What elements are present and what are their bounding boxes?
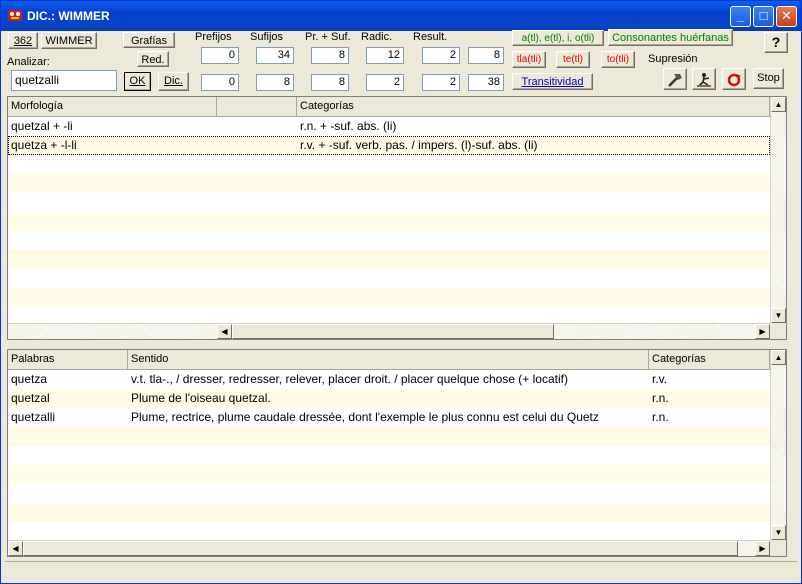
categorias-column-2[interactable]: Categorías	[649, 350, 770, 369]
ok-button-label: OK	[129, 75, 146, 87]
pr-suf-count-2: 8	[311, 74, 349, 91]
stop-button[interactable]: Stop	[753, 68, 784, 89]
transitividad-button[interactable]: Transitividad	[512, 73, 593, 90]
analyze-input[interactable]: quetzalli	[11, 70, 117, 91]
word-cell: quetzal	[11, 391, 50, 405]
prefijos-count: 0	[201, 47, 239, 64]
category-cell: r.v. + -suf. verb. pas. / impers. (l)-su…	[300, 138, 538, 152]
pr-suf-count: 8	[311, 47, 349, 64]
pr-suf-header: Pr. + Suf.	[305, 31, 351, 43]
count-button[interactable]: 362	[8, 32, 38, 49]
digger-icon	[697, 73, 711, 87]
close-button[interactable]: ✕	[776, 6, 797, 27]
category-cell: r.n.	[652, 391, 669, 405]
radic-header: Radic.	[361, 31, 393, 43]
aeio-toggle[interactable]: a(tl), e(tl), i, o(tli)	[512, 30, 604, 46]
morfologia-column[interactable]: Morfología	[8, 97, 217, 116]
table-row[interactable]: quetza v.t. tla-., / dresser, redresser,…	[8, 370, 770, 389]
maximize-button[interactable]: □	[753, 6, 774, 27]
te-toggle[interactable]: te(tl)	[556, 51, 590, 68]
app-logo-icon	[7, 7, 23, 23]
words-rows: quetza v.t. tla-., / dresser, redresser,…	[8, 370, 770, 540]
result-header: Result.	[413, 31, 448, 43]
sentido-column[interactable]: Sentido	[128, 350, 649, 369]
consonantes-toggle[interactable]: Consonantes huérfanas	[608, 29, 733, 46]
palabras-column[interactable]: Palabras	[8, 350, 128, 369]
radic-count-2: 2	[366, 74, 404, 91]
scroll-thumb[interactable]	[23, 541, 738, 556]
recycle-tool-button[interactable]	[722, 68, 746, 90]
total-count: 8	[468, 47, 504, 64]
category-cell: r.n. + -suf. abs. (li)	[300, 119, 397, 133]
dic-button[interactable]: Dic.	[158, 72, 189, 91]
morph-cell: quetzal + -li	[11, 119, 73, 133]
morphology-horizontal-scrollbar[interactable]: ◀ ▶	[8, 323, 770, 339]
app-window: DIC.: WIMMER _ □ ✕ 362 WIMMER Grafías Re…	[0, 0, 802, 584]
analyze-label: Analizar:	[7, 56, 50, 68]
status-bar	[5, 561, 797, 579]
result-count: 2	[422, 47, 460, 64]
sense-cell: v.t. tla-., / dresser, redresser, releve…	[131, 372, 568, 386]
morphology-rows: quetzal + -li r.n. + -suf. abs. (li) que…	[8, 117, 770, 323]
words-horizontal-scrollbar[interactable]: ◀ ▶	[8, 540, 770, 556]
dic-button-label: Dic.	[164, 75, 183, 87]
scroll-left-icon[interactable]: ◀	[217, 324, 232, 339]
scroll-left-icon[interactable]: ◀	[8, 541, 23, 556]
scroll-up-icon[interactable]: ▲	[771, 350, 786, 365]
sense-cell: Plume, rectrice, plume caudale dressée, …	[131, 410, 599, 424]
sense-cell: Plume de l'oiseau quetzal.	[131, 391, 271, 405]
word-cell: quetzalli	[11, 410, 56, 424]
morphology-table-header: Morfología Categorías	[8, 97, 770, 117]
result-count-2: 2	[422, 74, 460, 91]
dictionary-button[interactable]: WIMMER	[41, 32, 97, 49]
recycle-icon	[727, 73, 741, 87]
transitividad-label: Transitividad	[521, 76, 584, 88]
words-table: Palabras Sentido Categorías quetza v.t. …	[7, 349, 787, 557]
supresion-label: Supresión	[648, 53, 698, 65]
digger-tool-button[interactable]	[692, 68, 716, 90]
words-table-header: Palabras Sentido Categorías	[8, 350, 770, 370]
sufijos-count-2: 8	[256, 74, 294, 91]
morph-cell: quetza + -l-li	[11, 138, 77, 152]
prefijos-header: Prefijos	[195, 31, 232, 43]
red-button[interactable]: Red.	[137, 51, 169, 67]
morphology-vertical-scrollbar[interactable]: ▲ ▼	[770, 97, 786, 323]
to-toggle[interactable]: to(tli)	[601, 51, 635, 68]
total-count-2: 38	[468, 74, 504, 91]
word-cell: quetza	[11, 372, 48, 386]
categorias-column[interactable]: Categorías	[297, 97, 770, 116]
table-row[interactable]: quetzal Plume de l'oiseau quetzal. r.n.	[8, 389, 770, 408]
blank-column[interactable]	[217, 97, 297, 116]
table-row[interactable]: quetzal + -li r.n. + -suf. abs. (li)	[8, 117, 770, 136]
scroll-down-icon[interactable]: ▼	[771, 308, 786, 323]
words-vertical-scrollbar[interactable]: ▲ ▼	[770, 350, 786, 540]
prefijos-count-2: 0	[201, 74, 239, 91]
table-row[interactable]: quetza + -l-li r.v. + -suf. verb. pas. /…	[8, 136, 770, 155]
category-cell: r.v.	[652, 372, 668, 386]
table-row[interactable]: quetzalli Plume, rectrice, plume caudale…	[8, 408, 770, 427]
hammer-tool-button[interactable]	[663, 68, 687, 90]
sufijos-header: Sufijos	[250, 31, 284, 43]
count-button-label: 362	[13, 35, 33, 47]
scroll-corner	[770, 540, 786, 556]
sufijos-count: 34	[256, 47, 294, 64]
grafias-button[interactable]: Grafías	[123, 32, 175, 48]
ok-button[interactable]: OK	[124, 72, 151, 91]
category-cell: r.n.	[652, 410, 669, 424]
tla-toggle[interactable]: tla(tli)	[512, 51, 546, 68]
scroll-corner	[770, 323, 786, 339]
radic-count: 12	[366, 47, 404, 64]
scroll-right-icon[interactable]: ▶	[755, 541, 770, 556]
window-title: DIC.: WIMMER	[27, 9, 110, 23]
hammer-icon	[668, 74, 682, 87]
scroll-thumb[interactable]	[232, 324, 554, 339]
title-bar[interactable]: DIC.: WIMMER _ □ ✕	[1, 1, 801, 31]
scroll-right-icon[interactable]: ▶	[755, 324, 770, 339]
help-button[interactable]: ?	[764, 32, 788, 53]
scroll-down-icon[interactable]: ▼	[771, 525, 786, 540]
scroll-up-icon[interactable]: ▲	[771, 97, 786, 112]
morphology-table: Morfología Categorías quetzal + -li r.n.…	[7, 96, 787, 340]
minimize-button[interactable]: _	[730, 6, 751, 27]
